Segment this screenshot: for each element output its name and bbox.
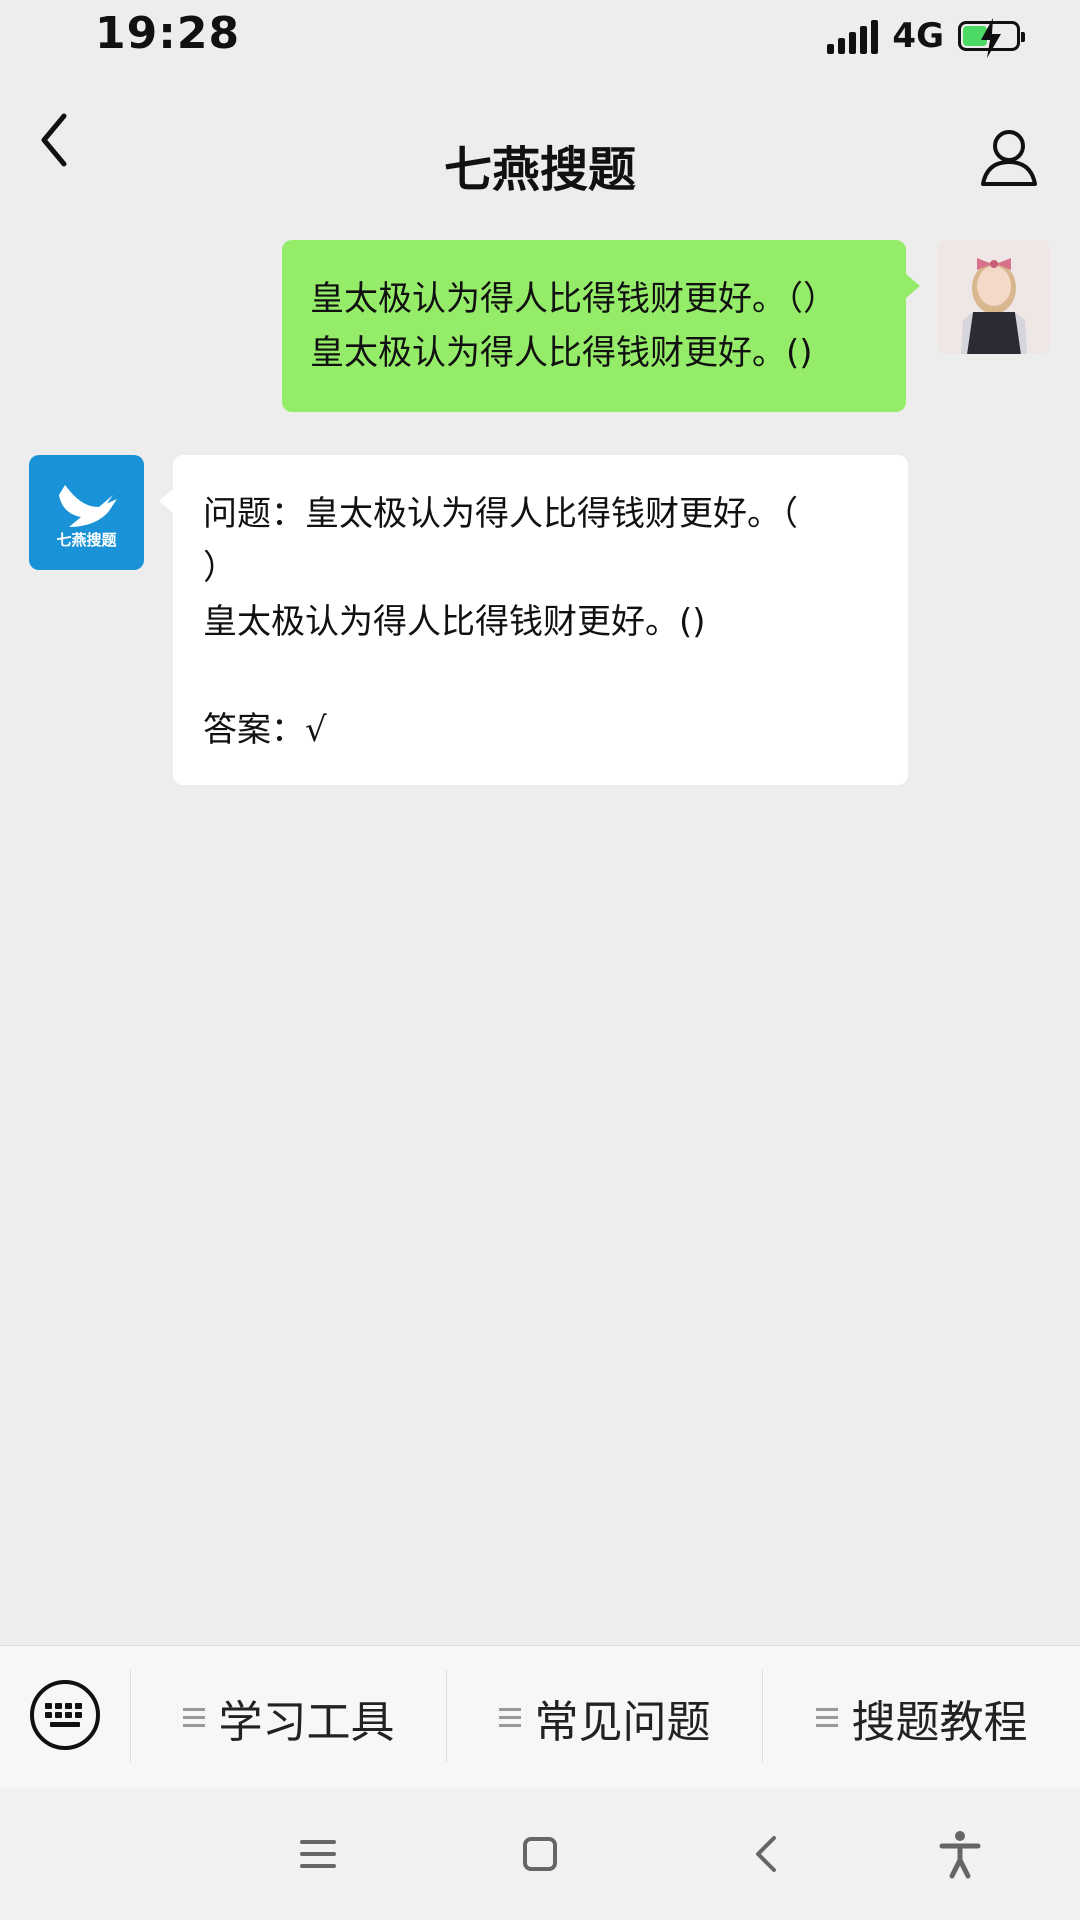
nav-bar: 七燕搜题	[0, 70, 1080, 210]
avatar[interactable]	[937, 240, 1051, 354]
bot-avatar[interactable]: 七燕搜题	[29, 455, 144, 570]
question-line: 皇太极认为得人比得钱财更好。()	[203, 602, 706, 642]
sent-message-bubble[interactable]: 皇太极认为得人比得钱财更好。（） 皇太极认为得人比得钱财更好。()	[282, 240, 920, 412]
menu-item-study-tools[interactable]: 学习工具	[131, 1646, 446, 1789]
battery-icon	[958, 18, 1025, 58]
menu-icon	[815, 1703, 838, 1732]
network-type: 4G	[892, 16, 944, 56]
back-icon[interactable]	[740, 1826, 796, 1882]
bottom-menu: 学习工具 常见问题 搜题教程	[0, 1645, 1080, 1788]
question-line: ）	[203, 548, 237, 588]
accessibility-icon[interactable]	[932, 1826, 988, 1882]
answer-line: 答案：√	[203, 710, 327, 750]
keyboard-icon[interactable]	[28, 1678, 102, 1752]
status-indicators: 4G	[827, 14, 1025, 58]
status-time: 19:28	[95, 8, 241, 59]
person-icon[interactable]	[978, 126, 1040, 188]
menu-item-label: 搜题教程	[851, 1696, 1028, 1748]
sent-message-line: 皇太极认为得人比得钱财更好。（）	[310, 279, 837, 319]
menu-icon	[498, 1703, 521, 1732]
page-title: 七燕搜题	[443, 142, 636, 198]
received-message-bubble[interactable]: 问题：皇太极认为得人比得钱财更好。（ ） 皇太极认为得人比得钱财更好。() 答案…	[159, 455, 908, 785]
system-nav-bar	[0, 1788, 1080, 1920]
swallow-icon	[59, 485, 117, 527]
bot-avatar-label: 七燕搜题	[56, 531, 117, 549]
signal-icon	[827, 18, 879, 54]
menu-icon	[182, 1703, 205, 1732]
menu-item-label: 常见问题	[534, 1696, 711, 1748]
menu-icon[interactable]	[290, 1826, 346, 1882]
home-icon[interactable]	[512, 1826, 568, 1882]
menu-item-faq[interactable]: 常见问题	[447, 1646, 762, 1789]
status-bar: 19:28 4G	[0, 0, 1080, 70]
sent-message-line: 皇太极认为得人比得钱财更好。()	[310, 333, 813, 373]
question-line: 问题：皇太极认为得人比得钱财更好。（	[203, 494, 798, 534]
menu-item-label: 学习工具	[218, 1696, 395, 1748]
menu-item-search-tutorial[interactable]: 搜题教程	[763, 1646, 1080, 1789]
